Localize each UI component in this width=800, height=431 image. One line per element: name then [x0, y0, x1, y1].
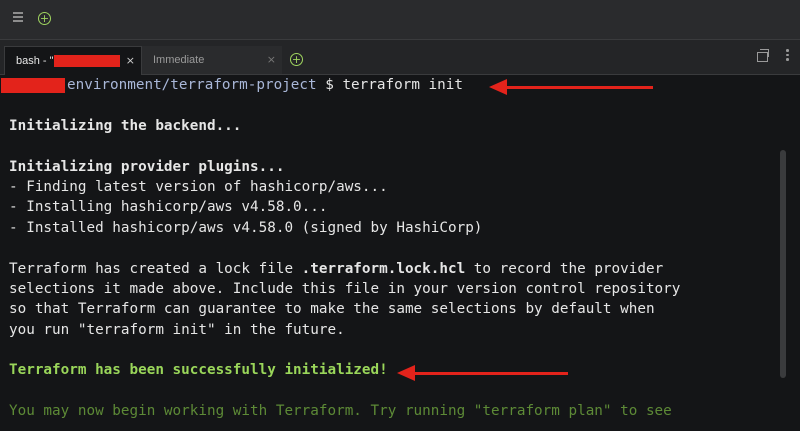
- annotation-arrow: [489, 79, 653, 95]
- menu-icon[interactable]: [13, 12, 23, 24]
- lock-text-after: to record the provider: [465, 260, 664, 277]
- tab-bash-label: bash - ": [16, 55, 54, 67]
- close-icon[interactable]: ×: [267, 46, 276, 74]
- output-line: you run "terraform init" in the future.: [9, 321, 345, 338]
- tab-immediate-label: Immediate: [153, 54, 205, 66]
- output-line: - Installed hashicorp/aws v4.58.0 (signe…: [9, 219, 483, 236]
- tab-bar: bash - " × Immediate × +: [0, 40, 800, 75]
- success-message: Terraform has been successfully initiali…: [9, 362, 388, 379]
- output-line: Terraform has created a lock file .terra…: [9, 259, 769, 279]
- prompt-symbol: $: [316, 77, 343, 93]
- restore-window-icon[interactable]: [757, 49, 769, 62]
- add-tab-icon[interactable]: +: [38, 12, 51, 25]
- top-toolbar: +: [0, 0, 800, 40]
- more-options-icon[interactable]: [786, 49, 790, 63]
- lock-file-name: .terraform.lock.hcl: [301, 260, 466, 277]
- prompt-path: environment/terraform-project: [67, 77, 317, 93]
- output-line: - Installing hashicorp/aws v4.58.0...: [9, 199, 328, 216]
- output-line: selections it made above. Include this f…: [9, 280, 681, 297]
- output-line: - Finding latest version of hashicorp/aw…: [9, 178, 388, 195]
- output-line: Initializing the backend...: [9, 117, 242, 134]
- annotation-arrow: [397, 365, 568, 381]
- tab-bash[interactable]: bash - " ×: [4, 46, 142, 75]
- output-line: so that Terraform can guarantee to make …: [9, 301, 655, 318]
- lock-text-before: Terraform has created a lock file: [9, 260, 302, 277]
- redacted-host: [1, 77, 65, 93]
- redacted-username: [53, 55, 120, 68]
- scrollbar[interactable]: [780, 150, 786, 378]
- tab-immediate[interactable]: Immediate ×: [142, 46, 282, 74]
- close-icon[interactable]: ×: [126, 47, 135, 75]
- output-line: Initializing provider plugins...: [9, 158, 285, 175]
- prompt-line: environment/terraform-project $ terrafor…: [1, 75, 769, 95]
- add-tab-icon[interactable]: +: [290, 53, 303, 66]
- output-line: You may now begin working with Terraform…: [9, 403, 672, 420]
- command-text: terraform init: [342, 77, 463, 93]
